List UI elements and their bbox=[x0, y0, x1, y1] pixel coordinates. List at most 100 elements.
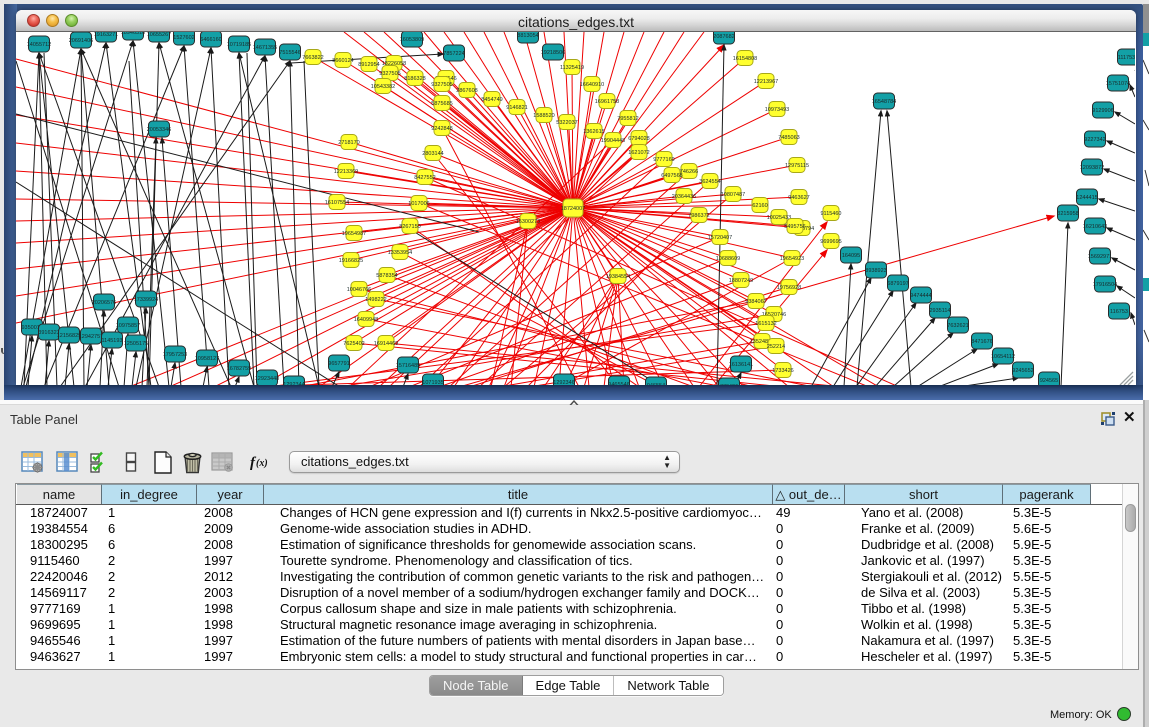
svg-text:2087682: 2087682 bbox=[713, 34, 734, 40]
svg-text:1498222: 1498222 bbox=[365, 297, 386, 303]
svg-text:2803144: 2803144 bbox=[422, 151, 443, 157]
svg-text:16136141: 16136141 bbox=[729, 362, 753, 368]
svg-text:1588520: 1588520 bbox=[533, 113, 554, 119]
svg-text:8938923: 8938923 bbox=[865, 268, 886, 274]
svg-text:10958127: 10958127 bbox=[195, 356, 219, 362]
svg-text:1292346: 1292346 bbox=[553, 380, 574, 385]
svg-text:1527602: 1527602 bbox=[173, 35, 194, 41]
svg-text:16782759: 16782759 bbox=[227, 366, 251, 372]
svg-text:1117535: 1117535 bbox=[1118, 55, 1135, 61]
svg-text:17339924: 17339924 bbox=[134, 297, 158, 303]
svg-text:(x): (x) bbox=[256, 458, 268, 469]
svg-text:10688609: 10688609 bbox=[716, 256, 740, 262]
svg-text:14671355: 14671355 bbox=[253, 45, 277, 51]
svg-text:16107554: 16107554 bbox=[325, 200, 349, 206]
svg-text:14055712: 14055712 bbox=[27, 42, 51, 48]
svg-text:7632621: 7632621 bbox=[947, 323, 968, 329]
svg-text:17957253: 17957253 bbox=[163, 352, 187, 358]
svg-text:19163271: 19163271 bbox=[94, 32, 118, 38]
svg-text:20364436: 20364436 bbox=[672, 194, 696, 200]
svg-text:9465546: 9465546 bbox=[608, 382, 629, 385]
svg-text:19654987: 19654987 bbox=[342, 231, 366, 237]
svg-text:62160: 62160 bbox=[752, 203, 767, 209]
svg-text:924565: 924565 bbox=[1040, 378, 1058, 384]
svg-text:9146821: 9146821 bbox=[506, 105, 527, 111]
svg-text:20691406: 20691406 bbox=[69, 38, 93, 44]
svg-text:1733426: 1733426 bbox=[772, 368, 793, 374]
svg-text:18946310: 18946310 bbox=[121, 32, 145, 36]
svg-text:8912954: 8912954 bbox=[358, 62, 379, 68]
svg-text:15692971: 15692971 bbox=[1088, 254, 1112, 260]
svg-text:16961758: 16961758 bbox=[595, 99, 619, 105]
svg-text:164095: 164095 bbox=[842, 253, 860, 259]
svg-text:8454749: 8454749 bbox=[481, 97, 502, 103]
svg-text:7955812: 7955812 bbox=[617, 116, 638, 122]
svg-text:9227342: 9227342 bbox=[1084, 137, 1105, 143]
svg-text:5878354: 5878354 bbox=[376, 273, 397, 279]
svg-text:18807249: 18807249 bbox=[729, 278, 753, 284]
svg-text:16210643: 16210643 bbox=[1083, 224, 1107, 230]
svg-text:16914469: 16914469 bbox=[374, 341, 398, 347]
svg-text:12505175: 12505175 bbox=[124, 341, 148, 347]
svg-text:13353954: 13353954 bbox=[388, 250, 412, 256]
svg-text:9463627: 9463627 bbox=[788, 195, 809, 201]
svg-text:7515546: 7515546 bbox=[279, 50, 300, 56]
svg-text:10807487: 10807487 bbox=[721, 192, 745, 198]
svg-text:9384067: 9384067 bbox=[745, 299, 766, 305]
svg-text:12213369: 12213369 bbox=[334, 169, 358, 175]
svg-text:7625402: 7625402 bbox=[343, 341, 364, 347]
svg-text:10046766: 10046766 bbox=[347, 287, 371, 293]
svg-text:8186328: 8186328 bbox=[404, 76, 425, 82]
svg-text:15300273: 15300273 bbox=[516, 219, 540, 225]
svg-text:19166825: 19166825 bbox=[339, 258, 363, 264]
svg-text:3624554: 3624554 bbox=[699, 179, 720, 185]
svg-text:10654112: 10654112 bbox=[991, 354, 1015, 360]
svg-text:10719185: 10719185 bbox=[227, 42, 251, 48]
svg-text:19218506: 19218506 bbox=[541, 50, 565, 56]
svg-text:6497568: 6497568 bbox=[661, 173, 682, 179]
svg-text:8267150: 8267150 bbox=[399, 224, 420, 230]
svg-text:116753: 116753 bbox=[1110, 309, 1128, 315]
svg-text:12942757: 12942757 bbox=[79, 334, 103, 340]
svg-text:19654923: 19654923 bbox=[780, 256, 804, 262]
svg-text:1071935: 1071935 bbox=[422, 380, 443, 385]
svg-text:252214: 252214 bbox=[767, 344, 785, 350]
svg-text:7663822: 7663822 bbox=[302, 55, 323, 61]
svg-text:12213967: 12213967 bbox=[754, 79, 778, 85]
svg-text:20206576: 20206576 bbox=[92, 300, 116, 306]
svg-text:8660124: 8660124 bbox=[332, 58, 353, 64]
svg-text:10975857: 10975857 bbox=[116, 323, 140, 329]
svg-text:19756928: 19756928 bbox=[777, 285, 801, 291]
svg-text:7857224: 7857224 bbox=[443, 51, 464, 57]
svg-text:9115460: 9115460 bbox=[820, 211, 841, 217]
svg-text:773426: 773426 bbox=[720, 384, 738, 385]
svg-text:10973493: 10973493 bbox=[765, 107, 789, 113]
svg-text:3215958: 3215958 bbox=[1057, 211, 1078, 217]
svg-text:12975115: 12975115 bbox=[785, 163, 809, 169]
svg-text:12093872: 12093872 bbox=[1080, 165, 1104, 171]
svg-text:15720407: 15720407 bbox=[708, 235, 732, 241]
svg-text:9242848: 9242848 bbox=[431, 126, 452, 132]
svg-text:946554: 946554 bbox=[647, 383, 665, 385]
svg-text:2935114: 2935114 bbox=[929, 308, 950, 314]
svg-text:8471676: 8471676 bbox=[971, 339, 992, 345]
svg-text:6879197: 6879197 bbox=[887, 281, 908, 287]
svg-text:9657791: 9657791 bbox=[328, 361, 349, 367]
svg-text:20053346: 20053346 bbox=[147, 127, 171, 133]
svg-text:12923448: 12923448 bbox=[255, 376, 279, 382]
svg-text:2718170: 2718170 bbox=[338, 140, 359, 146]
svg-text:16548784: 16548784 bbox=[872, 99, 896, 105]
svg-text:9245652: 9245652 bbox=[1012, 368, 1033, 374]
svg-text:6466160: 6466160 bbox=[200, 37, 221, 43]
svg-text:10655267: 10655267 bbox=[147, 32, 171, 38]
svg-text:5495756: 5495756 bbox=[784, 224, 805, 230]
svg-text:7986372: 7986372 bbox=[688, 213, 709, 219]
svg-text:9474444: 9474444 bbox=[910, 293, 931, 299]
svg-text:19904448: 19904448 bbox=[601, 138, 625, 144]
svg-text:10543382: 10543382 bbox=[371, 84, 395, 90]
svg-text:11325419: 11325419 bbox=[560, 65, 584, 71]
svg-text:16053809: 16053809 bbox=[400, 37, 424, 43]
svg-text:9777169: 9777169 bbox=[653, 157, 674, 163]
svg-text:1362615: 1362615 bbox=[583, 129, 604, 135]
svg-text:12156829: 12156829 bbox=[57, 333, 81, 339]
